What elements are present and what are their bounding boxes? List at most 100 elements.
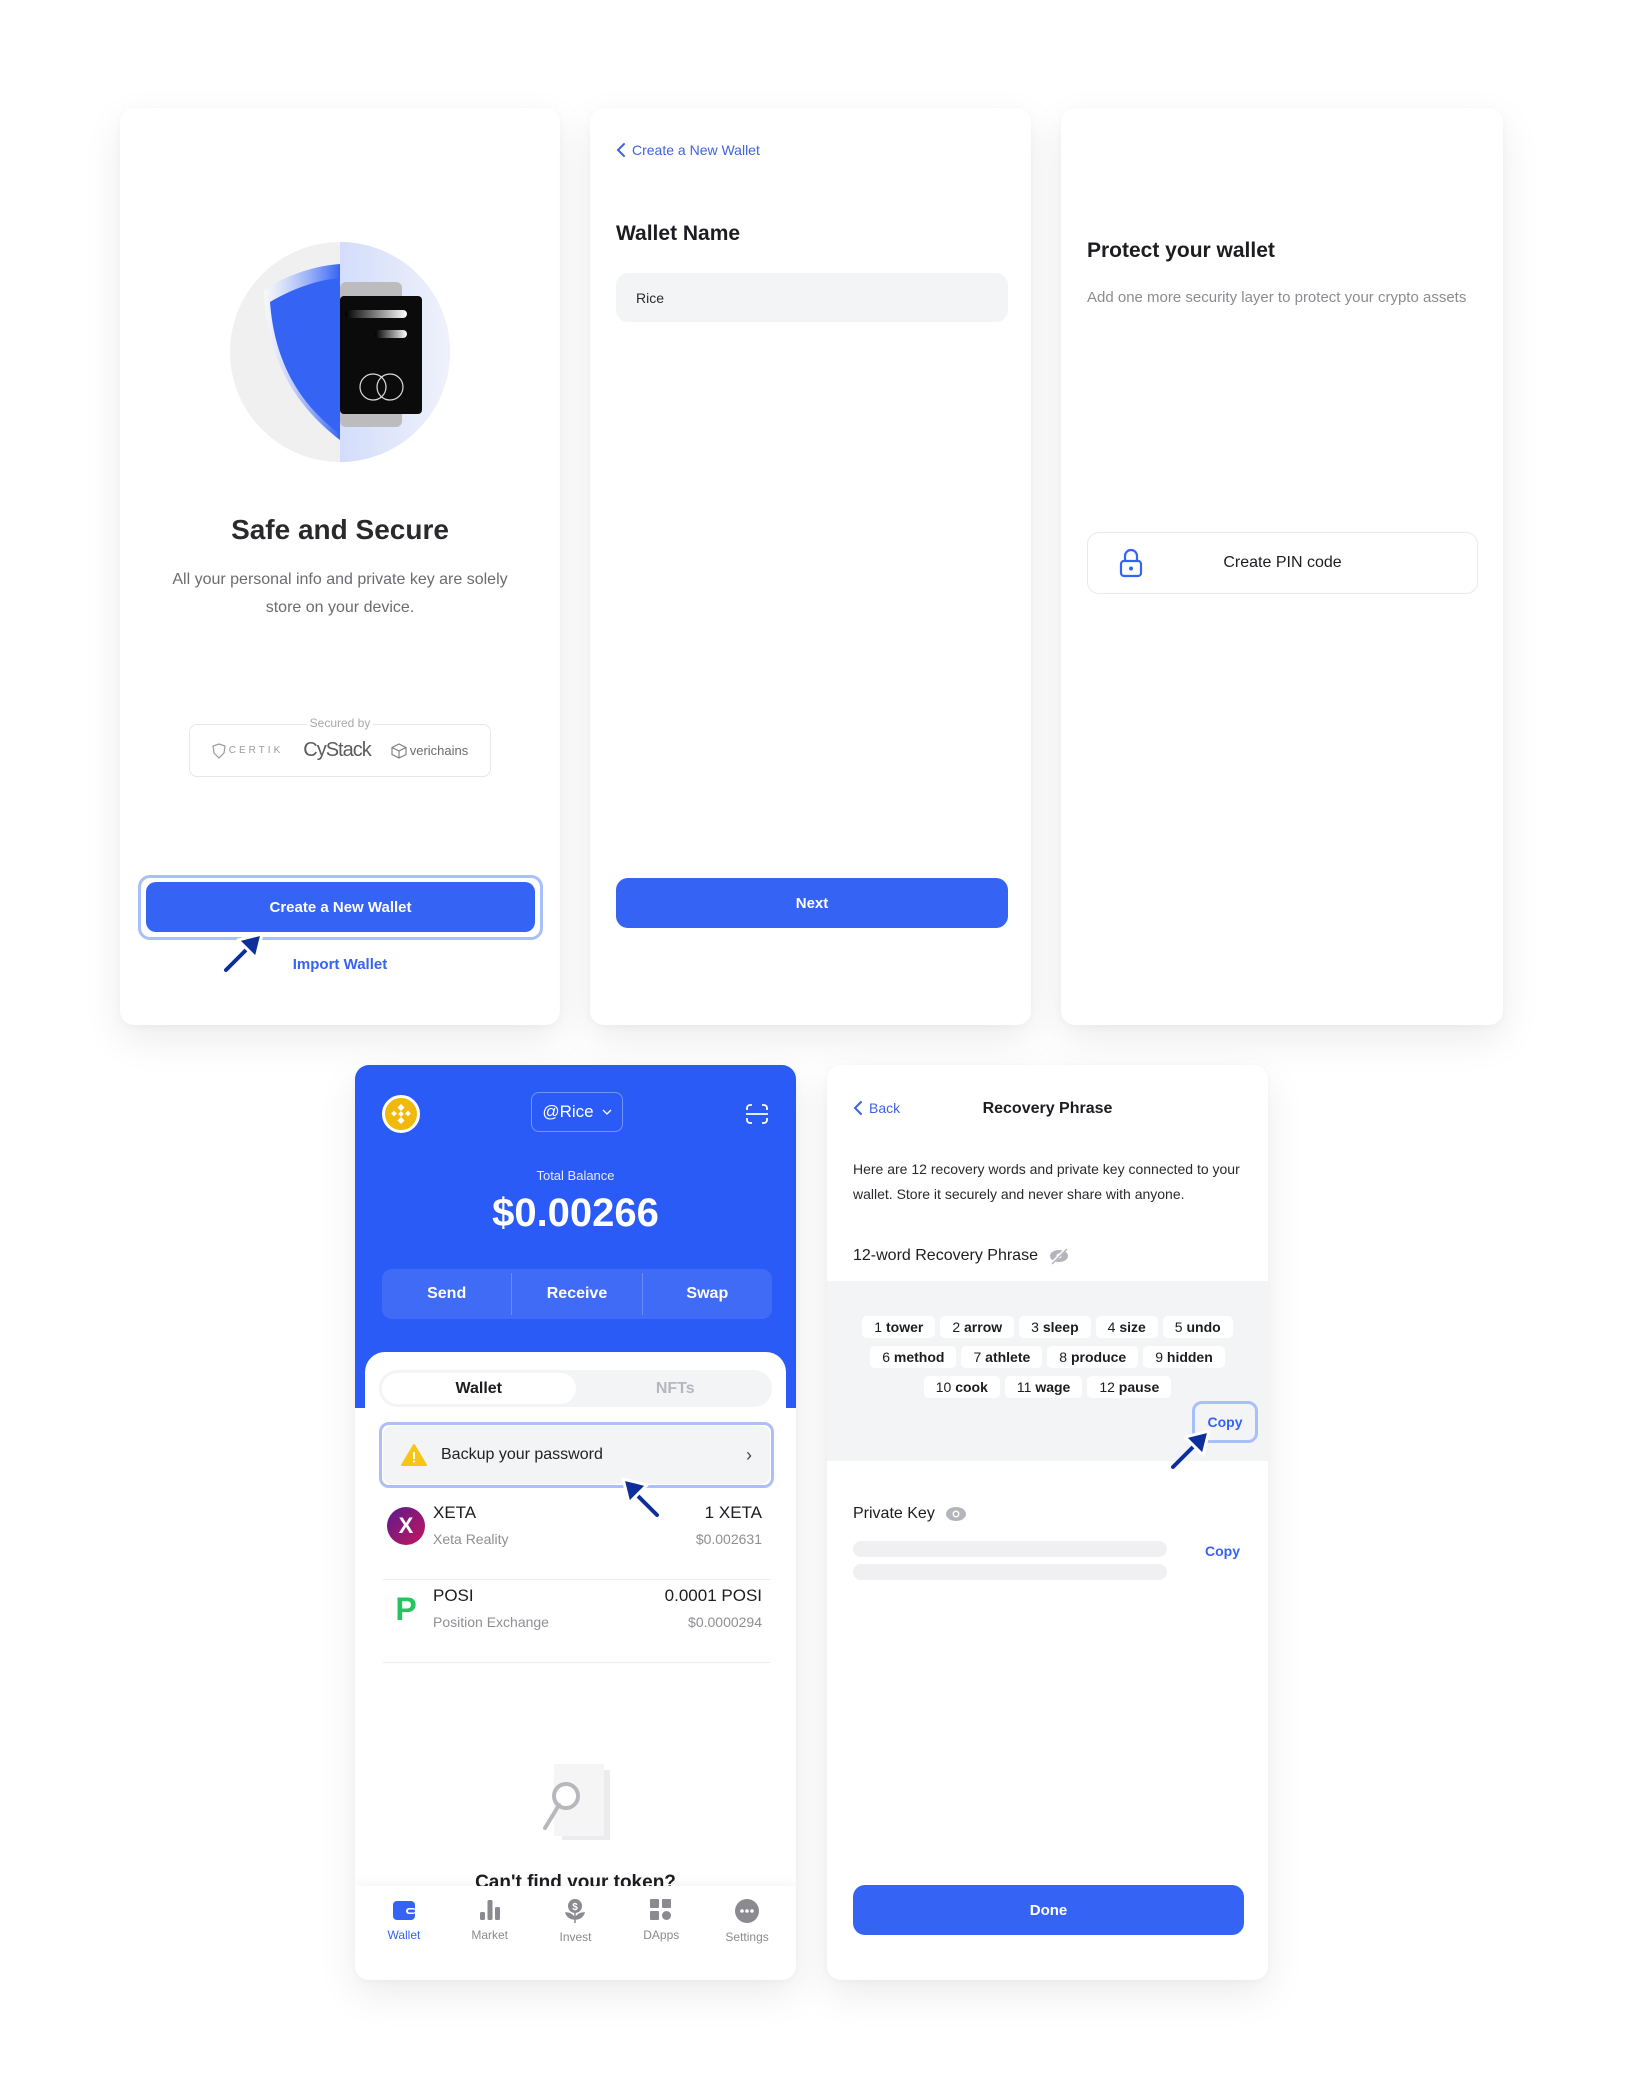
private-key-label: Private Key (853, 1505, 935, 1522)
word-index: 12 (1099, 1379, 1115, 1395)
chevron-left-icon (616, 143, 625, 157)
segment-control: Wallet NFTs (379, 1370, 772, 1407)
total-balance-value: $0.00266 (492, 1191, 659, 1235)
tabbar-market[interactable]: Market (447, 1886, 533, 1980)
import-wallet-link[interactable]: Import Wallet (120, 956, 560, 973)
create-pin-button[interactable]: Create PIN code (1087, 532, 1478, 594)
word-index: 2 (952, 1319, 961, 1335)
action-bar: Send Receive Swap (382, 1269, 772, 1319)
token-row[interactable]: P POSI Position Exchange 0.0001 POSI $0.… (383, 1580, 770, 1663)
account-selector[interactable]: @Rice (531, 1092, 623, 1132)
word-text: athlete (985, 1349, 1031, 1365)
create-pin-label: Create PIN code (1223, 554, 1342, 571)
token-usd-value: $0.0000294 (688, 1614, 762, 1630)
lock-icon (1119, 548, 1143, 578)
backup-password-banner[interactable]: Backup your password › (383, 1426, 770, 1484)
back-label: Back (869, 1100, 901, 1116)
word-text: hidden (1166, 1349, 1213, 1365)
copy-private-key-button[interactable]: Copy (1205, 1543, 1240, 1559)
backup-password-label: Backup your password (441, 1446, 603, 1463)
shield-card-illustration (230, 242, 450, 462)
protect-wallet-screen: Protect your wallet Add one more securit… (1061, 108, 1503, 1025)
bnb-chain-icon[interactable] (382, 1095, 420, 1133)
onboarding-screen: Safe and Secure All your personal info a… (120, 108, 560, 1025)
secured-by-box: Secured by CERTIK CyStack verichains (189, 716, 491, 777)
word-index: 9 (1155, 1349, 1163, 1365)
back-button[interactable]: Back (853, 1100, 900, 1116)
search-document-illustration (543, 1764, 610, 1840)
eye-off-icon[interactable] (1048, 1247, 1070, 1265)
private-key-masked-line (853, 1564, 1167, 1580)
recovery-word: 1 tower (862, 1316, 936, 1338)
swap-button[interactable]: Swap (643, 1269, 772, 1319)
tabbar-settings[interactable]: Settings (704, 1886, 790, 1980)
svg-text:$: $ (573, 1902, 579, 1913)
wallet-name-screen: Create a New Wallet Wallet Name Next (590, 108, 1031, 1025)
chevron-left-icon (853, 1101, 862, 1115)
onboarding-description: All your personal info and private key a… (172, 571, 508, 616)
certik-shield-icon (212, 742, 226, 759)
word-index: 5 (1174, 1319, 1183, 1335)
recovery-word: 4 size (1095, 1316, 1158, 1338)
word-index: 11 (1016, 1379, 1032, 1395)
word-text: pause (1118, 1379, 1160, 1395)
bottom-tab-bar: Wallet Market $ Invest DApps Settings (355, 1886, 796, 1980)
private-key-heading: Private Key (853, 1505, 967, 1523)
word-text: produce (1070, 1349, 1127, 1365)
back-link[interactable]: Create a New Wallet (616, 142, 760, 158)
word-text: tower (885, 1319, 924, 1335)
bar-chart-icon (479, 1900, 500, 1920)
chevron-right-icon: › (746, 1444, 752, 1465)
wallet-name-title: Wallet Name (616, 222, 741, 245)
token-symbol: POSI (433, 1586, 474, 1605)
recovery-word: 10 cook (923, 1376, 1000, 1398)
tab-nfts[interactable]: NFTs (579, 1370, 773, 1407)
token-usd-value: $0.002631 (695, 1531, 762, 1547)
word-text: undo (1186, 1319, 1221, 1335)
word-text: size (1119, 1319, 1146, 1335)
word-index: 3 (1031, 1319, 1039, 1335)
recovery-word: 9 hidden (1143, 1346, 1225, 1368)
wallet-icon (392, 1901, 416, 1920)
recovery-word: 3 sleep (1019, 1316, 1091, 1338)
certik-logo: CERTIK (212, 742, 284, 759)
token-amount: 1 XETA (704, 1503, 762, 1522)
onboarding-title: Safe and Secure (231, 514, 449, 545)
tabbar-dapps[interactable]: DApps (618, 1886, 704, 1980)
wallet-home-screen: @Rice Total Balance $0.00266 Send Receiv… (355, 1065, 796, 1980)
word-index: 10 (935, 1379, 952, 1395)
send-button[interactable]: Send (382, 1269, 511, 1319)
more-icon (735, 1899, 760, 1923)
protect-description: Add one more security layer to protect y… (1087, 289, 1467, 306)
recovery-word: 8 produce (1047, 1346, 1139, 1368)
word-index: 8 (1059, 1349, 1068, 1365)
token-name: Position Exchange (433, 1614, 549, 1630)
eye-icon[interactable] (945, 1506, 967, 1522)
cystack-logo: CyStack (303, 739, 371, 761)
phrase-box: 1 tower 2 arrow 3 sleep 4 size 5 undo 6 metho… (827, 1281, 1268, 1461)
recovery-word: 5 undo (1162, 1316, 1233, 1338)
verichains-logo: verichains (391, 742, 468, 759)
word-index: 7 (973, 1349, 982, 1365)
receive-button[interactable]: Receive (512, 1269, 641, 1319)
create-wallet-button[interactable]: Create a New Wallet (146, 882, 535, 932)
token-amount: 0.0001 POSI (664, 1586, 762, 1605)
copy-phrase-button[interactable]: Copy (1195, 1404, 1255, 1440)
account-name: @Rice (542, 1102, 594, 1121)
grid-icon (650, 1899, 672, 1920)
recovery-description: Here are 12 recovery words and private k… (853, 1161, 1240, 1202)
word-index: 6 (882, 1349, 891, 1365)
word-text: method (893, 1349, 945, 1365)
done-button[interactable]: Done (853, 1885, 1244, 1935)
scan-icon[interactable] (745, 1103, 769, 1125)
next-button[interactable]: Next (616, 878, 1008, 928)
chevron-down-icon (602, 1109, 612, 1115)
tab-wallet[interactable]: Wallet (382, 1373, 576, 1404)
token-symbol: XETA (433, 1503, 477, 1522)
token-row[interactable]: X XETA Xeta Reality 1 XETA $0.002631 (383, 1497, 770, 1580)
tabbar-wallet[interactable]: Wallet (361, 1886, 447, 1980)
word-index: 1 (874, 1319, 883, 1335)
tabbar-invest[interactable]: $ Invest (533, 1886, 619, 1980)
wallet-name-input[interactable] (616, 273, 1008, 322)
xeta-icon: X (387, 1507, 425, 1545)
